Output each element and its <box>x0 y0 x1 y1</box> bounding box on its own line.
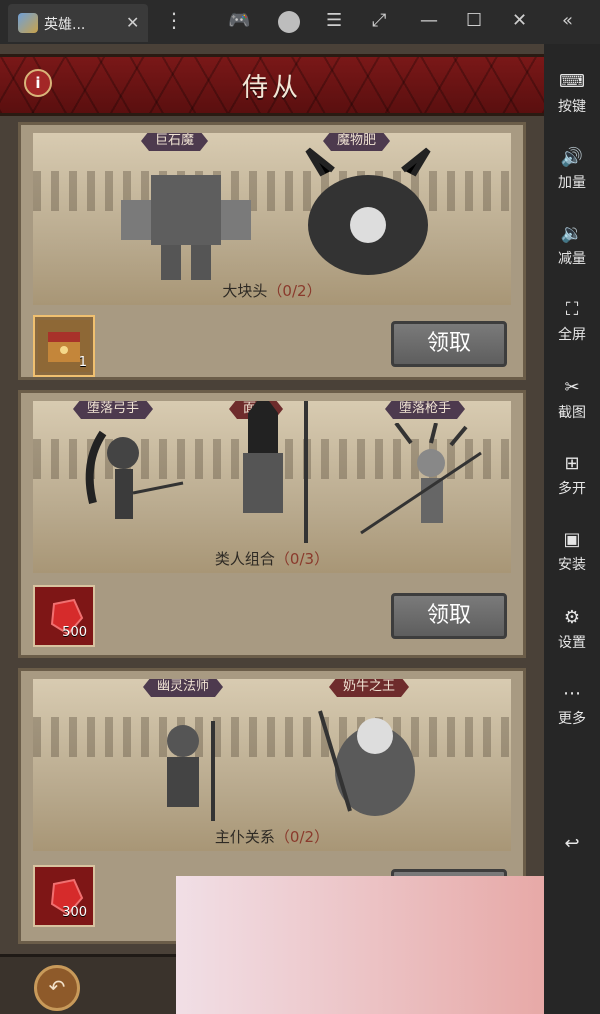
hero-figure-lancer <box>360 423 482 535</box>
volume-down-icon: 🔉 <box>560 223 584 244</box>
back-arrow-icon: ↩ <box>564 833 580 854</box>
group-caption: 大块头（0/2） <box>33 280 511 301</box>
tab-close-icon[interactable]: ✕ <box>126 13 139 32</box>
emulator-sidebar: ⌨ 按键 🔊 加量 🔉 减量 ⛶ 全屏 ✂ 截图 ⊞ 多开 ▣ 安装 ⚙ 设置 ⋯ 更多 ↩ <box>544 44 600 1014</box>
maximize-icon[interactable]: ☐ <box>466 10 482 31</box>
reward-item-chest[interactable]: 1 <box>33 315 95 377</box>
app-icon <box>18 13 38 33</box>
sidebar-item-multi-open[interactable]: ⊞ 多开 <box>544 450 600 514</box>
collection-card: 堕落弓手 面山 堕落枪手 类人组合（0/3） 500 领取 <box>18 390 526 658</box>
hero-tag: 巨石魔 <box>141 133 208 151</box>
emulator-title-bar: 英雄... ✕ ⋮ 🎮 ☰ ⤢ — ☐ ✕ « <box>0 0 600 44</box>
minimize-icon[interactable]: — <box>420 10 438 31</box>
gear-icon: ⚙ <box>563 607 581 628</box>
hero-figure-golem <box>121 175 251 280</box>
sidebar-item-settings[interactable]: ⚙ 设置 <box>544 604 600 668</box>
sidebar-item-label: 加量 <box>558 175 586 191</box>
volume-up-icon: 🔊 <box>560 147 584 168</box>
back-button[interactable]: ↶ <box>34 965 80 1011</box>
page-header: i 侍从 <box>0 54 544 116</box>
reward-quantity: 1 <box>78 355 87 370</box>
close-icon[interactable]: ✕ <box>512 10 527 31</box>
more-vertical-icon[interactable]: ⋮ <box>164 8 184 32</box>
reward-quantity: 500 <box>62 625 87 640</box>
sidebar-item-keymap[interactable]: ⌨ 按键 <box>544 68 600 132</box>
hero-scene: 堕落弓手 面山 堕落枪手 类人组合（0/3） <box>33 401 511 573</box>
app-tab-title: 英雄... <box>44 17 86 33</box>
gamepad-icon[interactable]: 🎮 <box>228 10 250 31</box>
group-progress: （0/3） <box>274 550 330 568</box>
sidebar-item-label: 设置 <box>558 635 586 651</box>
sidebar-item-label: 更多 <box>558 711 586 727</box>
group-progress: （0/2） <box>267 282 322 300</box>
hero-figure-spearman <box>243 401 308 543</box>
multi-open-icon: ⊞ <box>564 453 580 474</box>
claim-button[interactable]: 领取 <box>391 593 507 639</box>
group-name: 大块头 <box>222 282 268 300</box>
collection-card: 巨石魔 魔物肥 大块头（0/2） 1 领取 <box>18 122 526 380</box>
hero-scene: 幽灵法师 奶牛之王 主仆关系（0/2） <box>33 679 511 851</box>
sidebar-item-label: 全屏 <box>558 327 586 343</box>
sidebar-item-install[interactable]: ▣ 安装 <box>544 526 600 590</box>
sidebar-item-label: 截图 <box>558 405 586 421</box>
reward-item-gem[interactable]: 300 <box>33 865 95 927</box>
sidebar-item-label: 安装 <box>558 557 586 573</box>
sidebar-item-screenshot[interactable]: ✂ 截图 <box>544 374 600 438</box>
sidebar-item-fullscreen[interactable]: ⛶ 全屏 <box>544 296 600 360</box>
group-caption: 类人组合（0/3） <box>33 548 511 569</box>
hero-figure-archer <box>85 430 184 519</box>
user-icon[interactable] <box>278 11 300 33</box>
reward-item-gem[interactable]: 500 <box>33 585 95 647</box>
hero-figure-ghost-mage <box>167 721 215 821</box>
app-tab[interactable]: 英雄... ✕ <box>8 4 148 42</box>
overlay-blur <box>176 876 544 1014</box>
page-title: 侍从 <box>241 73 302 103</box>
hero-figure-beast <box>305 147 431 275</box>
sidebar-item-label: 按键 <box>558 99 586 115</box>
claim-button[interactable]: 领取 <box>391 321 507 367</box>
sidebar-item-label: 减量 <box>558 251 586 267</box>
collapse-icon[interactable]: « <box>562 10 573 31</box>
menu-icon[interactable]: ☰ <box>326 10 342 31</box>
scissors-icon: ✂ <box>564 377 580 398</box>
arena-background <box>33 717 511 757</box>
more-icon: ⋯ <box>563 683 581 704</box>
sidebar-item-volume-down[interactable]: 🔉 减量 <box>544 220 600 284</box>
hero-tag: 堕落弓手 <box>73 401 153 419</box>
hero-tag: 幽灵法师 <box>143 679 223 697</box>
sidebar-item-volume-up[interactable]: 🔊 加量 <box>544 144 600 208</box>
group-caption: 主仆关系（0/2） <box>33 826 511 847</box>
game-view: i 侍从 巨石魔 魔物肥 大块头（0/2） 1 领取 堕落弓手 面山 堕落枪 <box>0 44 544 1014</box>
sidebar-item-label: 多开 <box>558 481 586 497</box>
fullscreen-icon: ⛶ <box>565 299 579 320</box>
keyboard-icon: ⌨ <box>559 71 585 92</box>
sidebar-back-button[interactable]: ↩ <box>544 830 600 894</box>
hero-tag: 堕落枪手 <box>385 401 465 419</box>
fullscreen-toggle-icon[interactable]: ⤢ <box>372 10 386 31</box>
group-name: 类人组合 <box>214 550 275 568</box>
hero-figure-cow-king <box>318 710 415 816</box>
group-name: 主仆关系 <box>214 828 275 846</box>
hero-tag: 奶牛之王 <box>329 679 409 697</box>
sidebar-item-more[interactable]: ⋯ 更多 <box>544 680 600 744</box>
reward-quantity: 300 <box>62 905 87 920</box>
hero-scene: 巨石魔 魔物肥 大块头（0/2） <box>33 133 511 305</box>
group-progress: （0/2） <box>274 828 330 846</box>
apk-icon: ▣ <box>563 529 581 550</box>
